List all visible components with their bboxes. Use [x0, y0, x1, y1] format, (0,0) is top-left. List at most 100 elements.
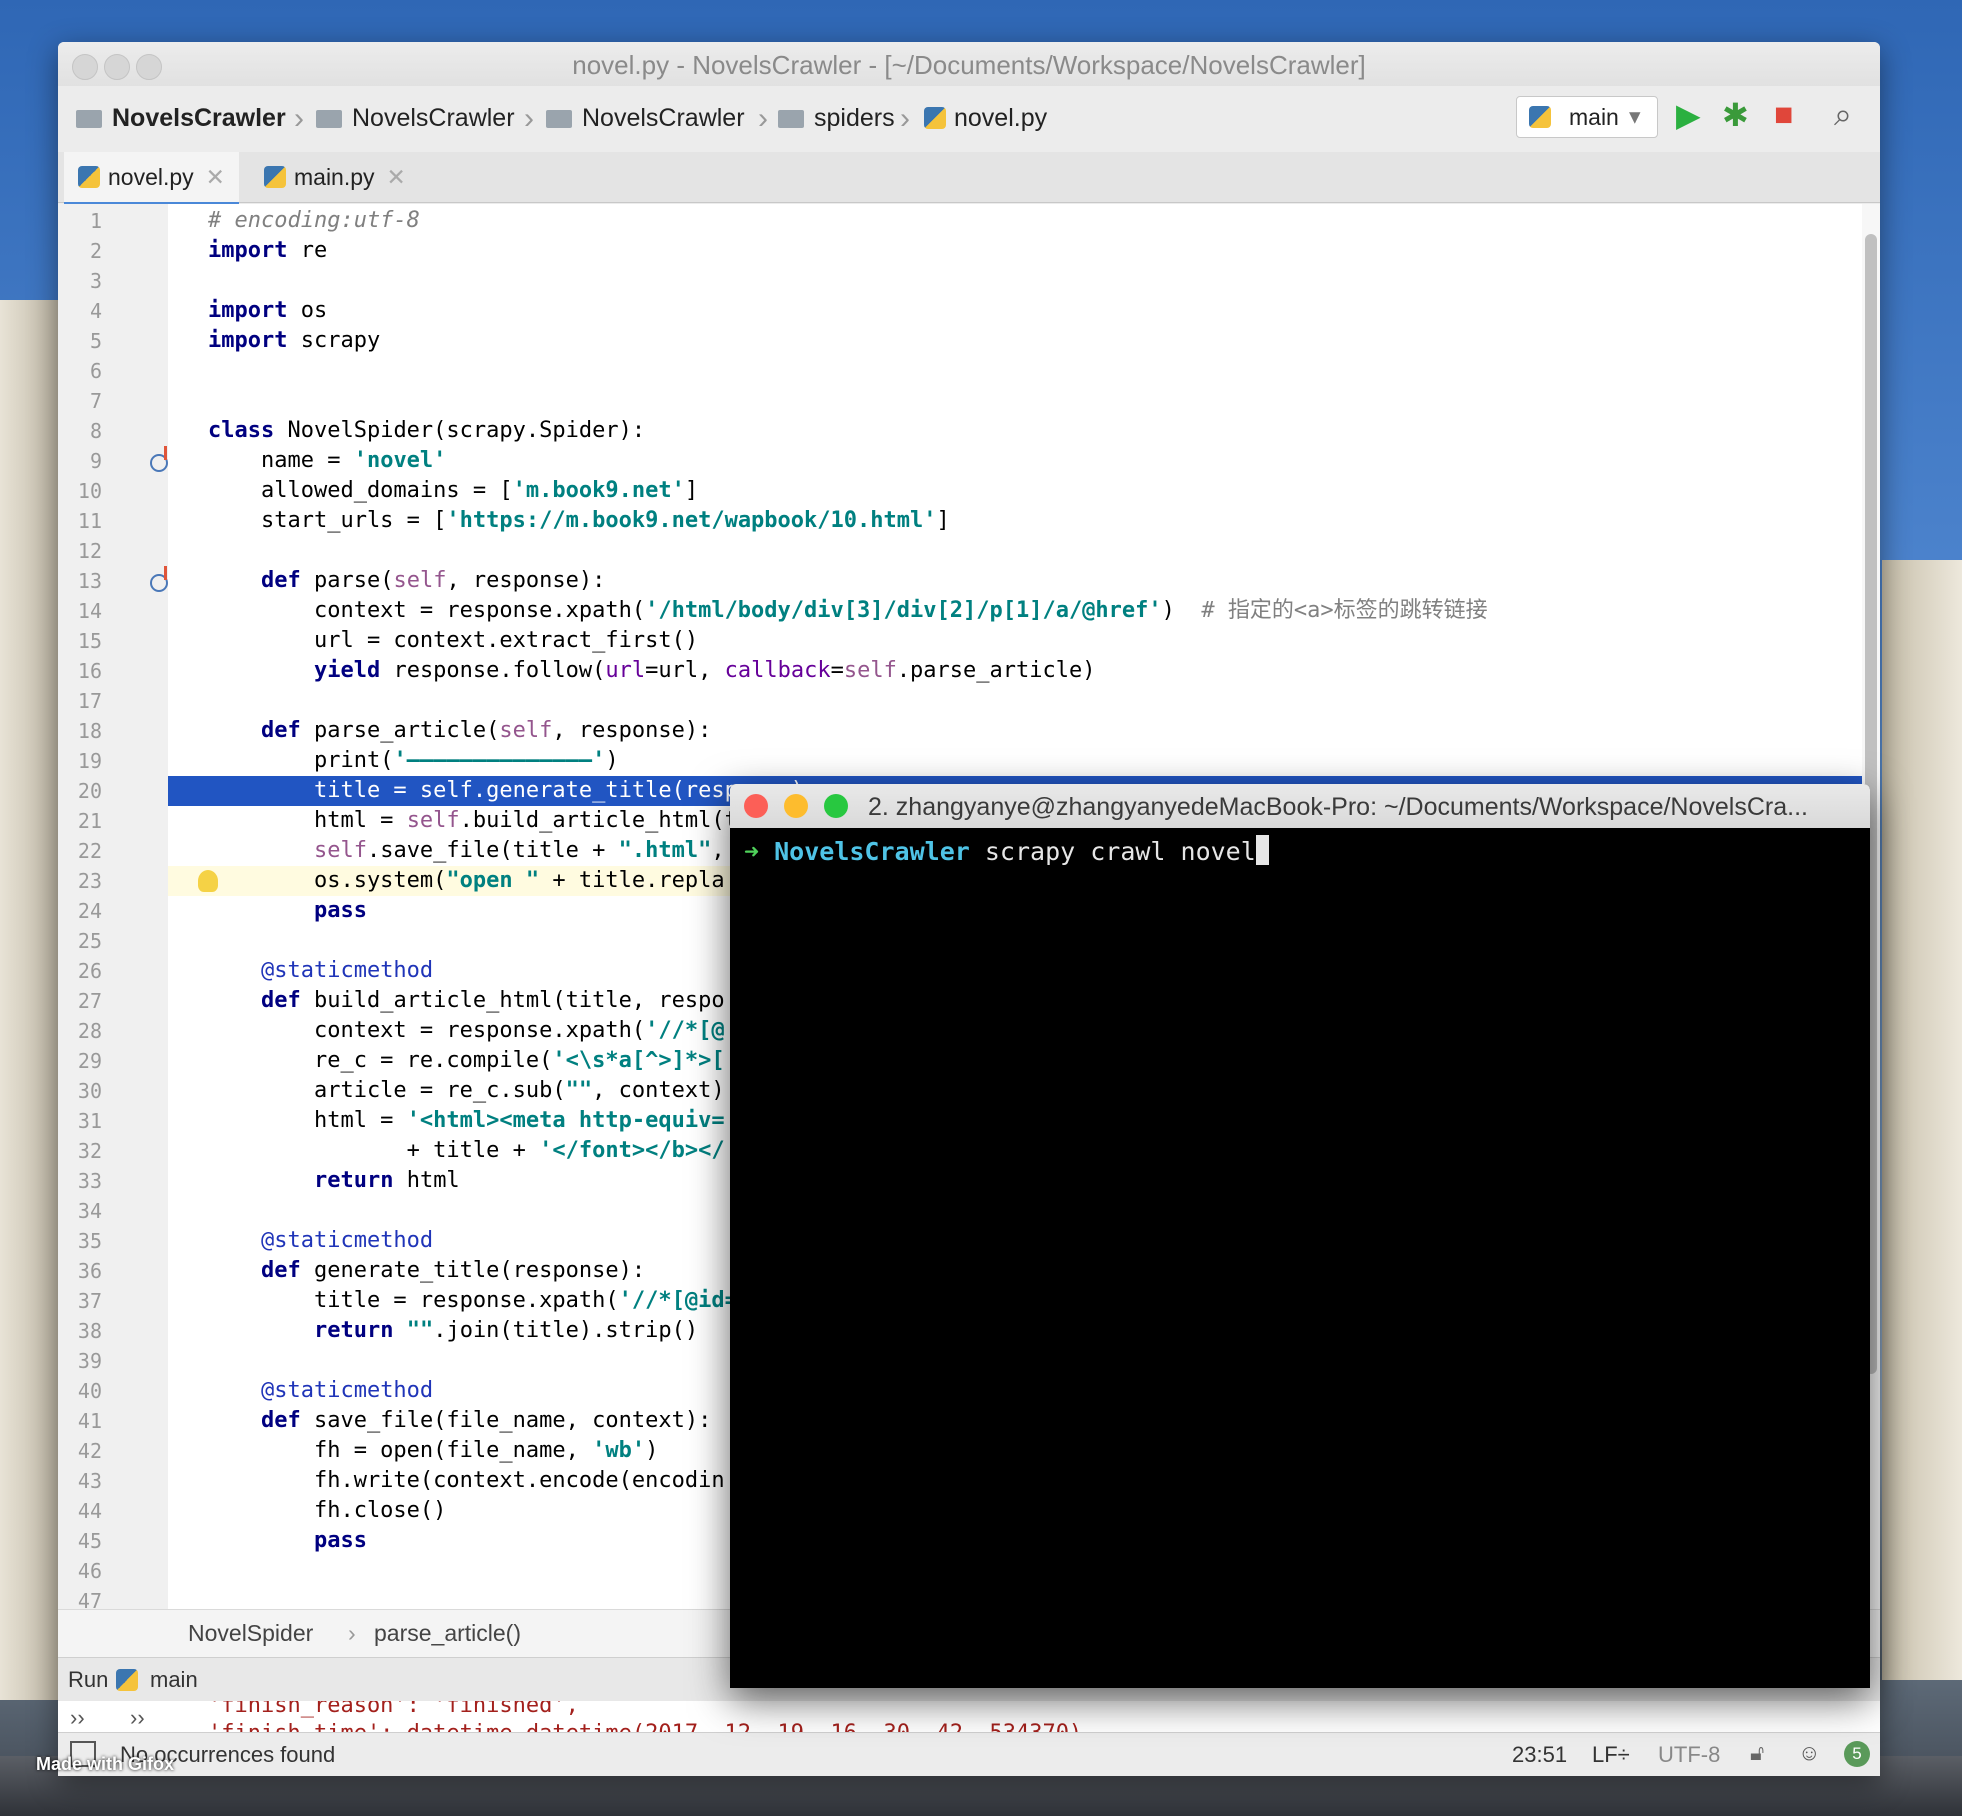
code-line[interactable]: import scrapy: [168, 326, 1880, 356]
inspector-icon[interactable]: ☺: [1798, 1740, 1820, 1766]
breadcrumb-folder-1[interactable]: NovelsCrawler: [316, 104, 515, 133]
chevron-down-icon: ▾: [1629, 103, 1641, 129]
code-text: allowed_domains = ['m.book9.net']: [208, 478, 699, 503]
breadcrumb-project[interactable]: NovelsCrawler: [76, 104, 286, 133]
close-tab-icon[interactable]: ✕: [206, 164, 225, 190]
code-line[interactable]: [168, 356, 1880, 386]
background-right-architecture: [1882, 560, 1962, 1680]
close-window-button[interactable]: [744, 794, 768, 818]
code-text: def generate_title(response):: [260, 1258, 646, 1283]
run-icon[interactable]: ▶: [1676, 96, 1701, 134]
line-number: 26: [77, 959, 102, 983]
code-text: + title + '</font></b></: [208, 1138, 725, 1163]
debug-bug-icon[interactable]: ✱: [1722, 96, 1749, 134]
code-line[interactable]: allowed_domains = ['m.book9.net']: [168, 476, 1880, 506]
line-number: 41: [77, 1409, 102, 1433]
line-number: 34: [77, 1199, 102, 1223]
chevron-right-icon: ›: [900, 102, 910, 135]
code-line[interactable]: [168, 386, 1880, 416]
run-config-label: main: [1569, 104, 1619, 130]
terminal-cursor: [1255, 835, 1269, 865]
code-line[interactable]: [168, 536, 1880, 566]
code-line[interactable]: yield response.follow(url=url, callback=…: [168, 656, 1880, 686]
code-line[interactable]: def parse_article(self, response):: [168, 716, 1880, 746]
minimize-window-button[interactable]: [784, 794, 808, 818]
line-number: 46: [77, 1559, 102, 1583]
code-text: class NovelSpider(scrapy.Spider):: [208, 418, 646, 443]
code-line[interactable]: import os: [168, 296, 1880, 326]
line-number: 9: [89, 449, 102, 473]
code-line[interactable]: [168, 266, 1880, 296]
python-file-icon: [264, 166, 286, 188]
code-text: import scrapy: [208, 328, 381, 353]
chevron-right-icon: ›: [524, 102, 534, 135]
line-number: 39: [77, 1349, 102, 1373]
zoom-window-button[interactable]: [824, 794, 848, 818]
terminal-window[interactable]: 2. zhangyanye@zhangyanyedeMacBook-Pro: ~…: [730, 784, 1870, 1688]
code-text: print('——————————————'): [208, 748, 619, 773]
file-encoding[interactable]: UTF-8: [1658, 1742, 1720, 1768]
code-text: start_urls = ['https://m.book9.net/wapbo…: [208, 508, 950, 533]
code-text: url = context.extract_first(): [208, 628, 699, 653]
breadcrumb-file[interactable]: novel.py: [924, 104, 1047, 133]
line-number: 20: [77, 779, 102, 803]
code-line[interactable]: class NovelSpider(scrapy.Spider):: [168, 416, 1880, 446]
structure-class[interactable]: NovelSpider: [188, 1620, 313, 1647]
terminal-titlebar: 2. zhangyanye@zhangyanyedeMacBook-Pro: ~…: [730, 784, 1870, 828]
chevron-right-icon: ›: [758, 102, 768, 135]
code-line[interactable]: def parse(self, response):: [168, 566, 1880, 596]
line-number: 43: [77, 1469, 102, 1493]
caret-position[interactable]: 23:51: [1512, 1742, 1567, 1768]
lock-icon[interactable]: 🔓︎: [1750, 1740, 1764, 1766]
ide-titlebar: novel.py - NovelsCrawler - [~/Documents/…: [58, 42, 1880, 86]
window-title: novel.py - NovelsCrawler - [~/Documents/…: [572, 50, 1366, 80]
breadcrumb-folder-2[interactable]: NovelsCrawler: [546, 104, 745, 133]
code-text: def parse(self, response):: [260, 568, 606, 593]
lightbulb-icon[interactable]: [198, 870, 218, 892]
stop-icon[interactable]: ■: [1774, 96, 1793, 133]
code-line[interactable]: [168, 686, 1880, 716]
close-tab-icon[interactable]: ✕: [387, 164, 406, 190]
line-number: 12: [77, 539, 102, 563]
python-file-icon: [78, 166, 100, 188]
code-line[interactable]: url = context.extract_first(): [168, 626, 1880, 656]
prompt-arrow-icon: ➜: [744, 837, 760, 866]
line-number: 22: [77, 839, 102, 863]
code-text: fh = open(file_name, 'wb'): [208, 1438, 659, 1463]
line-number: 25: [77, 929, 102, 953]
expand-icon[interactable]: ››: [70, 1705, 85, 1731]
structure-method[interactable]: parse_article(): [374, 1620, 521, 1647]
code-line[interactable]: name = 'novel': [168, 446, 1880, 476]
code-line[interactable]: context = response.xpath('/html/body/div…: [168, 596, 1880, 626]
search-icon[interactable]: ⌕: [1834, 96, 1852, 134]
breadcrumb-spiders[interactable]: spiders: [778, 104, 895, 133]
tab-main-py[interactable]: main.py ✕: [250, 152, 420, 202]
code-text: import os: [208, 298, 328, 323]
line-number: 42: [77, 1439, 102, 1463]
code-text: title = self.generate_title(response): [208, 778, 805, 803]
line-number: 27: [77, 989, 102, 1013]
line-number: 17: [77, 689, 102, 713]
code-line[interactable]: # encoding:utf-8: [168, 206, 1880, 236]
line-number: 31: [77, 1109, 102, 1133]
code-line[interactable]: import re: [168, 236, 1880, 266]
line-number: 7: [89, 389, 102, 413]
event-log-badge[interactable]: 5: [1844, 1741, 1870, 1767]
code-line[interactable]: print('——————————————'): [168, 746, 1880, 776]
code-text: @staticmethod: [260, 958, 434, 983]
override-marker-icon[interactable]: [150, 446, 168, 472]
line-number: 45: [77, 1529, 102, 1553]
expand-icon[interactable]: ››: [130, 1705, 145, 1731]
terminal-prompt-line[interactable]: ➜ NovelsCrawler scrapy crawl novel: [744, 834, 1269, 870]
line-number: 32: [77, 1139, 102, 1163]
code-text: @staticmethod: [260, 1378, 434, 1403]
line-number: 4: [89, 299, 102, 323]
override-marker-icon[interactable]: [150, 566, 168, 592]
run-configuration-select[interactable]: main ▾: [1516, 96, 1658, 138]
line-number: 5: [89, 329, 102, 353]
navigation-bar: NovelsCrawler › NovelsCrawler › NovelsCr…: [58, 86, 1880, 153]
line-separator[interactable]: LF÷: [1592, 1742, 1630, 1768]
code-line[interactable]: start_urls = ['https://m.book9.net/wapbo…: [168, 506, 1880, 536]
tab-novel-py[interactable]: novel.py ✕: [64, 152, 239, 205]
line-number: 29: [77, 1049, 102, 1073]
